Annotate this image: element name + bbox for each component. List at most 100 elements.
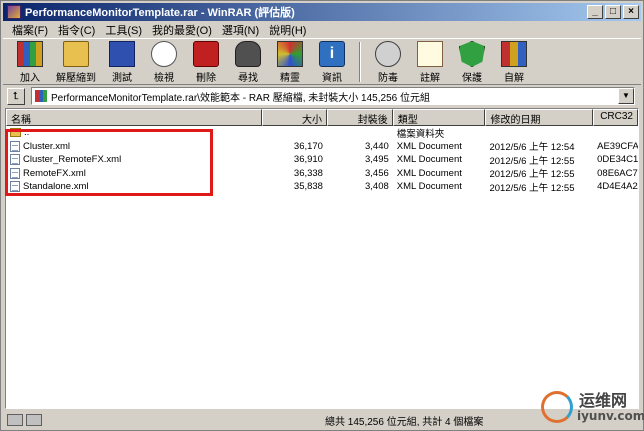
- extract-label: 解壓縮到: [56, 73, 96, 84]
- virus-label: 防毒: [378, 73, 398, 84]
- cell-type: XML Document: [396, 167, 462, 179]
- xml-file-icon: [10, 181, 20, 193]
- extract-to-button[interactable]: 解壓縮到: [51, 39, 101, 84]
- status-bar: 總共 145,256 位元組, 共計 4 個檔案: [3, 411, 641, 429]
- xml-file-icon: [10, 167, 20, 179]
- key-icon[interactable]: [26, 414, 42, 426]
- test-icon: [109, 41, 135, 67]
- view-button[interactable]: 檢視: [143, 39, 185, 84]
- list-header: 名稱 大小 封裝後 類型 修改的日期 CRC32: [6, 109, 638, 126]
- folder-name: ..: [24, 127, 30, 139]
- status-icons: [7, 414, 325, 426]
- menu-tools[interactable]: 工具(S): [100, 22, 147, 38]
- file-name: RemoteFX.xml: [23, 167, 86, 179]
- cell-crc32: 08E6AC78: [597, 167, 638, 179]
- menu-commands[interactable]: 指令(C): [53, 22, 100, 38]
- cell-crc32: 4D4E4A2A: [597, 181, 638, 193]
- test-button[interactable]: 測試: [101, 39, 143, 84]
- sfx-button[interactable]: 自解: [493, 39, 535, 84]
- extract-folder-icon: [63, 41, 89, 67]
- winrar-app-icon[interactable]: [7, 5, 21, 19]
- virus-scan-button[interactable]: 防毒: [367, 39, 409, 84]
- table-row[interactable]: RemoteFX.xml 36,338 3,456 XML Document 2…: [6, 167, 638, 181]
- comment-label: 註解: [420, 73, 440, 84]
- info-icon: i: [319, 41, 345, 67]
- toolbar: 加入 解壓縮到 測試 檢視 刪除 尋找 精靈 i 資訊 防毒 註解 保護 自解: [3, 38, 641, 85]
- cell-packed: 3,456: [364, 167, 389, 179]
- cell-name: Cluster_RemoteFX.xml: [6, 154, 262, 166]
- cell-modified: 2012/5/6 上午 12:55: [489, 169, 575, 181]
- minimize-button[interactable]: _: [587, 5, 603, 19]
- sfx-icon: [501, 41, 527, 67]
- folder-icon: [10, 128, 21, 138]
- cell-modified: 2012/5/6 上午 12:55: [489, 182, 575, 194]
- cell-packed: 3,440: [364, 140, 389, 152]
- path-text: PerformanceMonitorTemplate.rar\效能範本 - RA…: [51, 92, 430, 104]
- menu-file[interactable]: 檔案(F): [7, 22, 53, 38]
- maximize-button[interactable]: □: [605, 5, 621, 19]
- rar-archive-icon: [35, 90, 47, 102]
- up-folder-button[interactable]: ⮤: [7, 87, 25, 105]
- column-packed[interactable]: 封裝後: [326, 109, 393, 126]
- cell-packed: 3,408: [364, 181, 389, 193]
- title-bar[interactable]: PerformanceMonitorTemplate.rar - WinRAR …: [3, 3, 641, 21]
- drive-icon[interactable]: [7, 414, 23, 426]
- cell-size: 36,338: [293, 167, 323, 179]
- cell-type: XML Document: [396, 154, 462, 166]
- menu-favorites[interactable]: 我的最愛(O): [147, 22, 217, 38]
- window-controls: _ □ ×: [587, 5, 639, 19]
- menu-help[interactable]: 說明(H): [264, 22, 311, 38]
- add-button[interactable]: 加入: [9, 39, 51, 84]
- protect-label: 保護: [462, 73, 482, 84]
- toolbar-separator: [359, 42, 361, 82]
- comment-button[interactable]: 註解: [409, 39, 451, 84]
- column-name[interactable]: 名稱: [6, 109, 263, 126]
- cell-type: XML Document: [396, 181, 462, 193]
- close-button[interactable]: ×: [623, 5, 639, 19]
- cell-modified: 2012/5/6 上午 12:54: [489, 142, 575, 154]
- file-name: Cluster.xml: [23, 140, 70, 152]
- xml-file-icon: [10, 140, 20, 152]
- chevron-down-icon[interactable]: ▼: [618, 88, 634, 104]
- menu-options[interactable]: 選項(N): [217, 22, 264, 38]
- cell-name: Cluster.xml: [6, 140, 262, 152]
- cell-size: 36,170: [293, 140, 323, 152]
- cell-packed: 3,495: [364, 154, 389, 166]
- find-button[interactable]: 尋找: [227, 39, 269, 84]
- cell-size: 35,838: [293, 181, 323, 193]
- delete-icon: [193, 41, 219, 67]
- binoculars-icon: [235, 41, 261, 67]
- column-size[interactable]: 大小: [262, 109, 327, 126]
- wizard-label: 精靈: [280, 73, 300, 84]
- table-row[interactable]: Cluster.xml 36,170 3,440 XML Document 20…: [6, 140, 638, 154]
- test-label: 測試: [112, 73, 132, 84]
- delete-button[interactable]: 刪除: [185, 39, 227, 84]
- cell-modified: 2012/5/6 上午 12:55: [489, 155, 575, 167]
- cell-type: 檔案資料夾: [396, 128, 445, 140]
- table-row[interactable]: Standalone.xml 35,838 3,408 XML Document…: [6, 180, 638, 194]
- cell-name: ..: [6, 127, 262, 138]
- wizard-button[interactable]: 精靈: [269, 39, 311, 84]
- window-title: PerformanceMonitorTemplate.rar - WinRAR …: [25, 7, 295, 19]
- cell-name: RemoteFX.xml: [6, 167, 262, 179]
- info-button[interactable]: i 資訊: [311, 39, 353, 84]
- menu-bar: 檔案(F) 指令(C) 工具(S) 我的最愛(O) 選項(N) 說明(H): [3, 21, 641, 38]
- wizard-icon: [277, 41, 303, 67]
- view-glasses-icon: [151, 41, 177, 67]
- column-crc32[interactable]: CRC32: [593, 109, 638, 126]
- path-combobox[interactable]: PerformanceMonitorTemplate.rar\效能範本 - RA…: [31, 87, 635, 105]
- column-type[interactable]: 類型: [392, 109, 486, 126]
- cell-crc32: 0DE34C14: [597, 154, 638, 166]
- column-modified[interactable]: 修改的日期: [485, 109, 594, 126]
- cell-name: Standalone.xml: [6, 181, 262, 193]
- path-bar: ⮤ PerformanceMonitorTemplate.rar\效能範本 - …: [3, 86, 641, 106]
- protect-button[interactable]: 保護: [451, 39, 493, 84]
- table-row[interactable]: Cluster_RemoteFX.xml 36,910 3,495 XML Do…: [6, 153, 638, 167]
- folder-row-parent[interactable]: .. 檔案資料夾: [6, 126, 638, 140]
- status-text: 總共 145,256 位元組, 共計 4 個檔案: [325, 416, 484, 428]
- add-archive-icon: [17, 41, 43, 67]
- file-list[interactable]: 名稱 大小 封裝後 類型 修改的日期 CRC32 .. 檔案資料夾 Cluste…: [5, 108, 639, 409]
- sfx-label: 自解: [504, 73, 524, 84]
- cell-crc32: AE39CFAA: [597, 140, 638, 152]
- shield-icon: [459, 41, 485, 67]
